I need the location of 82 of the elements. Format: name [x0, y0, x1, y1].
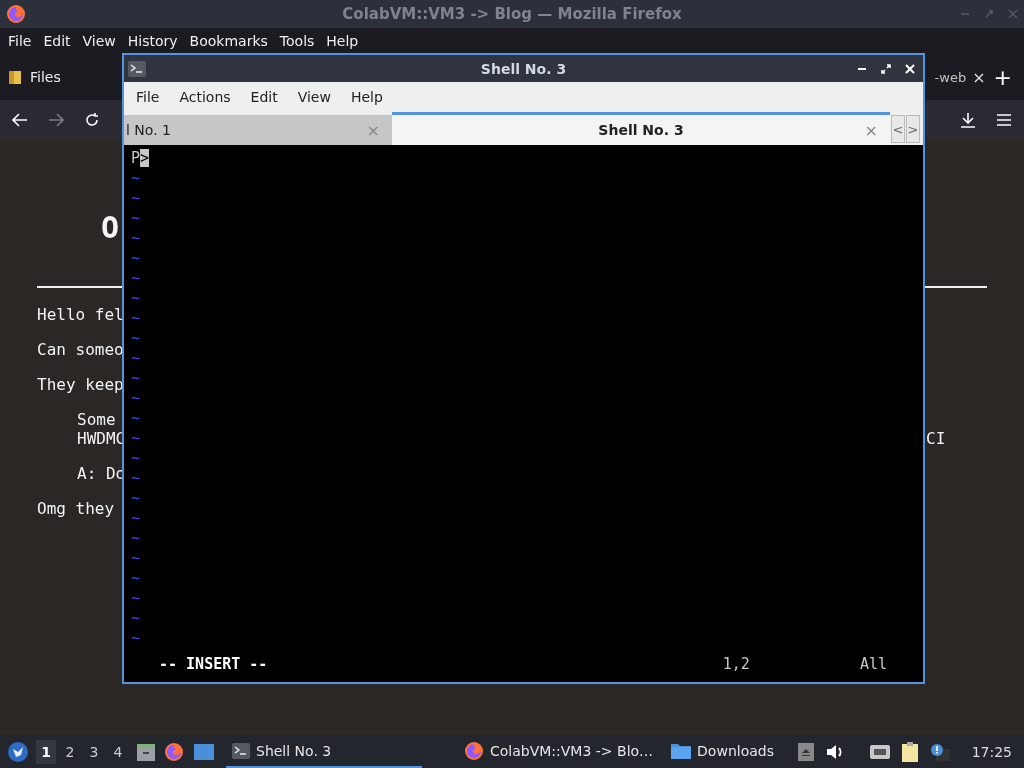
- empty-line-marker: ~: [131, 348, 141, 368]
- empty-line-marker: ~: [131, 468, 141, 488]
- mode-indicator: -- INSERT --: [159, 654, 268, 674]
- menu-item[interactable]: Bookmarks: [183, 33, 274, 49]
- menu-item[interactable]: Help: [320, 33, 365, 49]
- menu-item[interactable]: History: [121, 33, 184, 49]
- page-text: They keep: [37, 375, 124, 394]
- empty-line-marker: ~: [131, 528, 141, 548]
- workspace-button[interactable]: 1: [36, 739, 56, 764]
- menu-item[interactable]: View: [289, 89, 339, 105]
- download-icon[interactable]: [960, 112, 976, 128]
- empty-line-marker: ~: [131, 328, 141, 348]
- browser-tab[interactable]: -web ×: [934, 67, 986, 87]
- empty-line-marker: ~: [131, 588, 141, 608]
- workspace-button[interactable]: 2: [60, 739, 80, 764]
- start-menu-icon[interactable]: [8, 741, 28, 762]
- empty-line-marker: ~: [131, 508, 141, 528]
- cursor-position: 1,2: [722, 654, 750, 674]
- scroll-indicator: All: [859, 654, 887, 674]
- folder-icon: [8, 69, 22, 85]
- empty-line-marker: ~: [131, 428, 141, 448]
- taskbar-button[interactable]: ColabVM::VM3 -> Blo…: [458, 735, 660, 768]
- empty-line-marker: ~: [131, 628, 141, 648]
- window-title: ColabVM::VM3 -> Blog — Mozilla Firefox: [342, 5, 682, 23]
- firefox-icon[interactable]: [464, 740, 484, 761]
- taskbar-button[interactable]: Shell No. 3: [226, 735, 422, 768]
- eject-icon[interactable]: [797, 742, 814, 761]
- firefox-logo-icon[interactable]: [6, 4, 26, 24]
- empty-line-marker: ~: [131, 488, 141, 508]
- window-icon[interactable]: [194, 743, 214, 760]
- empty-line-marker: ~: [131, 368, 141, 388]
- workspace-button[interactable]: 4: [108, 739, 128, 764]
- file-cabinet-icon[interactable]: [136, 741, 156, 762]
- network-icon[interactable]: [869, 744, 890, 759]
- volume-icon[interactable]: [825, 743, 844, 760]
- terminal-icon: [232, 742, 250, 759]
- menu-item[interactable]: Edit: [37, 33, 77, 49]
- page-text: Hello fel: [37, 305, 124, 324]
- empty-line-marker: ~: [131, 448, 141, 468]
- empty-line-marker: ~: [131, 388, 141, 408]
- clock: 17:25: [971, 743, 1012, 760]
- terminal-tab[interactable]: Shell No. 3 ×: [392, 112, 890, 145]
- empty-line-marker: ~: [131, 228, 141, 248]
- page-heading: O: [101, 209, 120, 247]
- empty-line-marker: ~: [131, 608, 141, 628]
- new-tab-button[interactable]: +: [993, 64, 1012, 90]
- window-title: Shell No. 3: [480, 60, 567, 77]
- empty-line-marker: ~: [131, 308, 141, 328]
- menu-item[interactable]: File: [128, 89, 168, 105]
- clipboard-icon[interactable]: [901, 741, 918, 762]
- notification-icon[interactable]: [929, 742, 950, 761]
- menu-item[interactable]: Tools: [273, 33, 321, 49]
- folder-icon: [671, 742, 692, 759]
- empty-line-marker: ~: [131, 168, 141, 188]
- firefox-icon[interactable]: [164, 741, 184, 762]
- back-icon[interactable]: [12, 113, 28, 127]
- page-text: Can someo: [37, 340, 124, 359]
- page-text: Some HWDMC: [77, 410, 126, 448]
- scroll-right-button[interactable]: >: [906, 115, 920, 143]
- empty-line-marker: ~: [131, 408, 141, 428]
- reload-icon[interactable]: [84, 112, 100, 128]
- empty-line-marker: ~: [131, 288, 141, 308]
- empty-line-marker: ~: [131, 268, 141, 288]
- page-text: Omg they: [37, 499, 115, 518]
- taskbar-button[interactable]: Downloads: [665, 735, 780, 768]
- browser-tab[interactable]: Files: [8, 69, 61, 85]
- empty-line-marker: ~: [131, 188, 141, 208]
- workspace-button[interactable]: 3: [84, 739, 104, 764]
- empty-line-marker: ~: [131, 208, 141, 228]
- menu-item[interactable]: Edit: [242, 89, 286, 105]
- scroll-left-button[interactable]: <: [891, 115, 905, 143]
- menu-item[interactable]: Actions: [171, 89, 239, 105]
- menu-icon[interactable]: [996, 113, 1012, 127]
- menu-item[interactable]: View: [76, 33, 122, 49]
- menu-item[interactable]: File: [2, 33, 38, 49]
- empty-line-marker: ~: [131, 248, 141, 268]
- terminal-icon: [128, 60, 146, 77]
- empty-line-marker: ~: [131, 548, 141, 568]
- terminal-tab[interactable]: l No. 1 ×: [124, 115, 392, 145]
- empty-line-marker: ~: [131, 568, 141, 588]
- page-text: CI: [926, 429, 946, 448]
- menu-item[interactable]: Help: [342, 89, 391, 105]
